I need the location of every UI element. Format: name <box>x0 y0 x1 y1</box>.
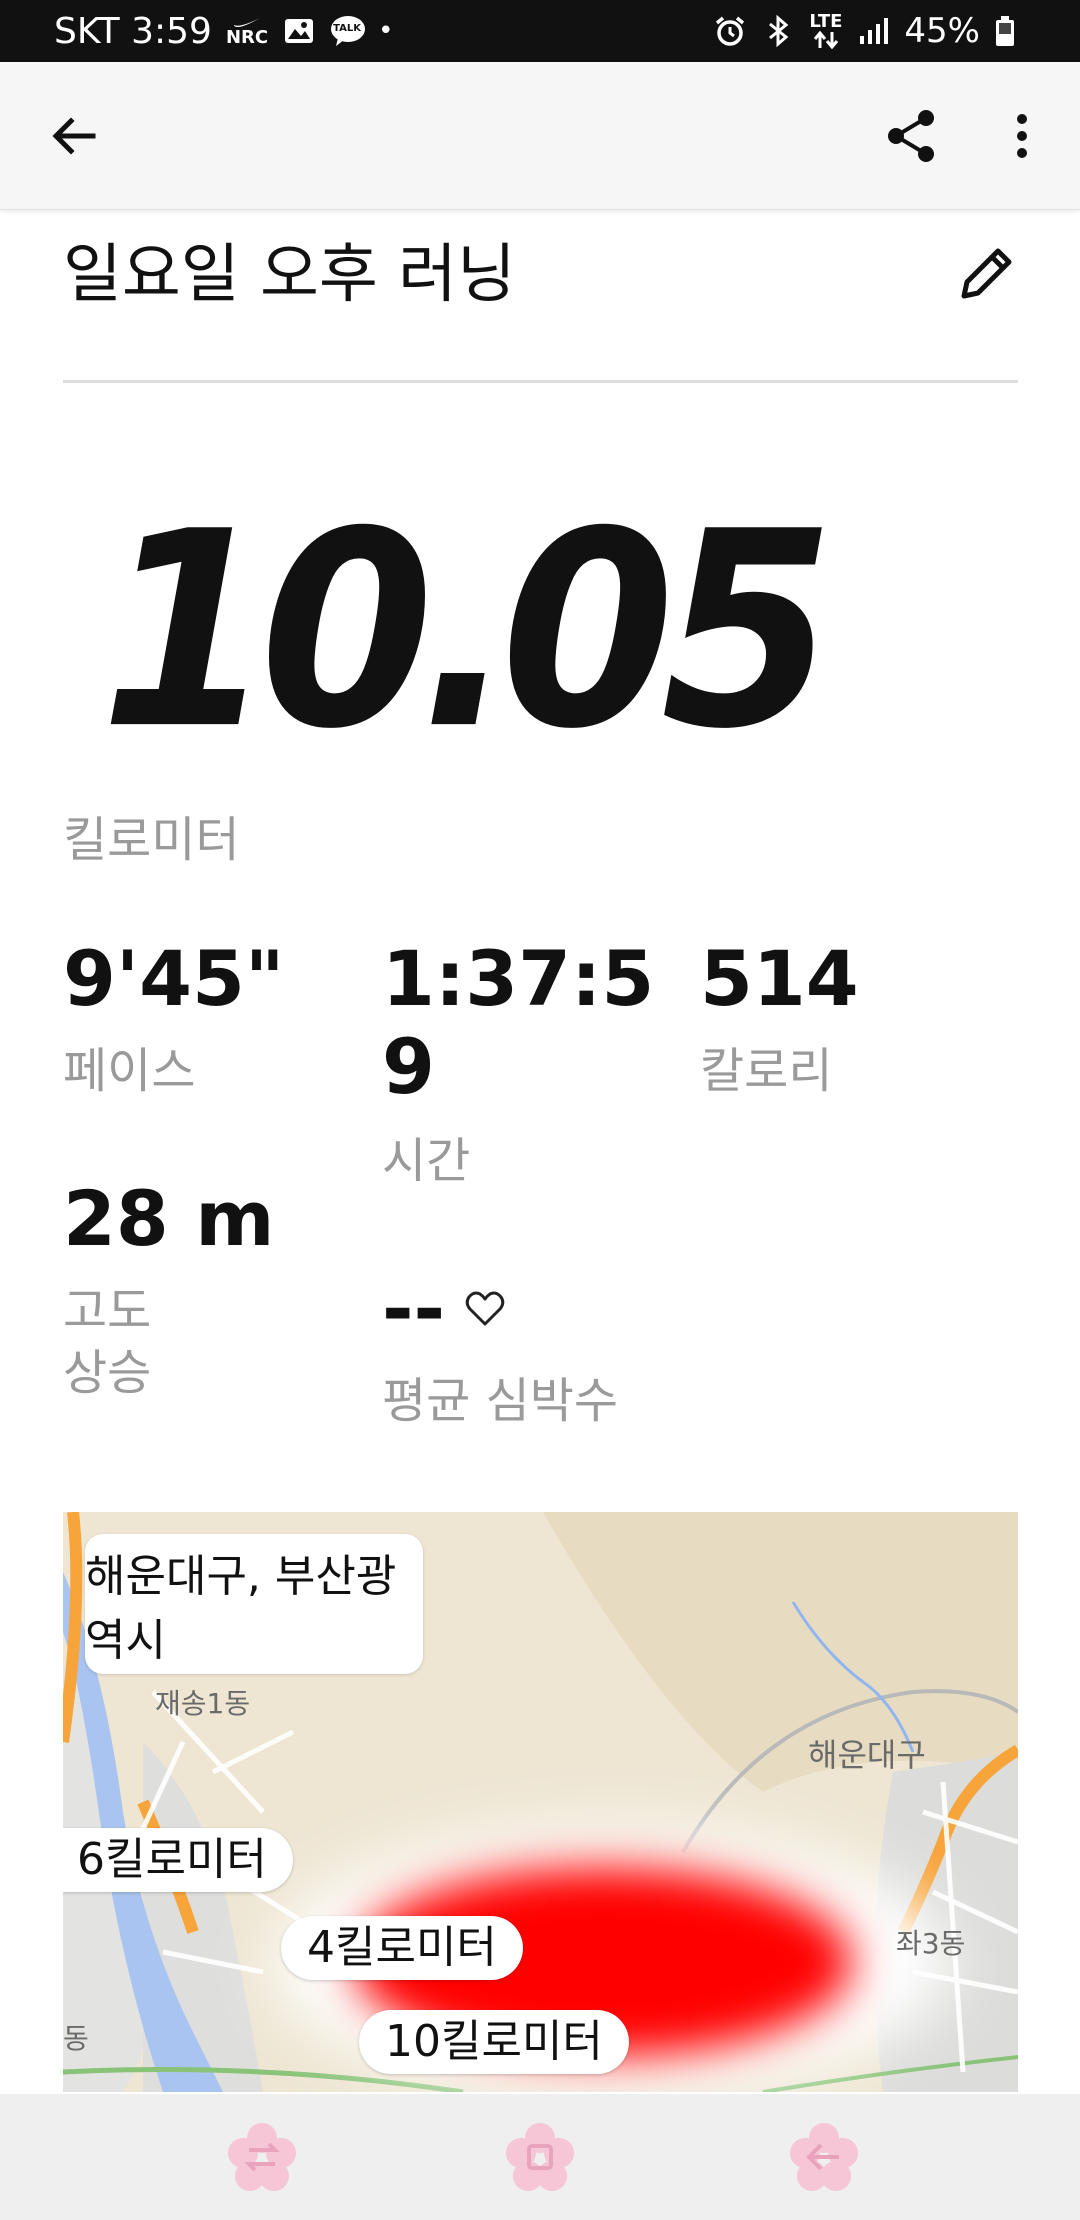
signal-icon <box>856 14 890 48</box>
heart-rate-label: 평균 심박수 <box>382 1373 619 1429</box>
map-place-dong: 동 <box>63 2022 89 2055</box>
system-back-button[interactable] <box>787 2120 861 2194</box>
title-divider <box>63 380 1018 383</box>
recent-apps-button[interactable] <box>225 2120 299 2194</box>
map-place-haeundae: 해운대구 <box>808 1736 926 1774</box>
back-arrow-icon <box>52 117 96 155</box>
alarm-icon <box>713 14 747 48</box>
time-value-line2: 9 <box>382 1022 435 1111</box>
status-left: SKT 3:59 NRC TALK • <box>54 8 393 54</box>
home-button[interactable] <box>503 2120 577 2194</box>
nrc-badge: NRC <box>225 27 269 48</box>
status-bar: SKT 3:59 NRC TALK • LTE 45% <box>0 0 1080 62</box>
carrier-time: SKT 3:59 <box>54 10 212 52</box>
gallery-icon <box>282 14 316 48</box>
elevation-label-line2: 상승 <box>63 1345 152 1401</box>
time-label: 시간 <box>382 1133 471 1189</box>
location-name: 해운대구, 부산광역시 <box>85 1551 397 1666</box>
heart-icon <box>465 1291 505 1326</box>
calories-label: 칼로리 <box>700 1043 833 1099</box>
app-bar <box>0 62 1080 210</box>
share-icon <box>888 110 934 162</box>
elevation-value: 28 m <box>63 1174 275 1263</box>
network-type: LTE <box>809 11 843 32</box>
pace-label: 페이스 <box>63 1043 196 1099</box>
km-marker-10: 10킬로미터 <box>359 2010 629 2074</box>
status-dot: • <box>378 16 394 46</box>
map-place-jwa3dong: 좌3동 <box>896 1927 966 1960</box>
activity-title: 일요일 오후 러닝 <box>63 238 516 312</box>
battery-icon <box>994 14 1028 48</box>
status-right: LTE 45% <box>713 8 1028 54</box>
time-value-line1: 1:37:5 <box>382 934 655 1023</box>
edit-title-button[interactable] <box>954 242 1018 306</box>
distance-unit: 킬로미터 <box>63 812 240 868</box>
heart-rate-value: -- <box>382 1264 446 1353</box>
back-button[interactable] <box>40 102 108 170</box>
recent-apps-icon <box>228 2123 296 2191</box>
elevation-label-line1: 고도 <box>63 1283 152 1339</box>
nike-icon: NRC <box>226 15 268 47</box>
navigation-bar <box>0 2094 1080 2220</box>
heart-rate-row: -- <box>382 1265 505 1353</box>
home-icon <box>506 2123 574 2191</box>
back-icon <box>790 2123 858 2191</box>
bluetooth-icon <box>761 14 795 48</box>
more-options-button[interactable] <box>988 102 1056 170</box>
pencil-icon <box>961 248 1012 299</box>
talk-badge: TALK <box>333 23 361 34</box>
km-marker-4: 4킬로미터 <box>281 1916 523 1980</box>
distance-value: 10.05 <box>100 473 835 788</box>
calories-value: 514 <box>700 934 859 1023</box>
title-row: 일요일 오후 러닝 <box>63 230 1018 330</box>
map-place-jaesong: 재송1동 <box>155 1687 251 1720</box>
km-marker-6: 6킬로미터 <box>63 1828 293 1892</box>
share-button[interactable] <box>878 102 946 170</box>
data-arrows-icon: LTE <box>809 13 842 49</box>
more-vert-icon <box>1017 114 1027 158</box>
route-map[interactable]: 해운대구, 부산광역시 재송1동 해운대구 좌3동 동 6킬로미터 4킬로미터 … <box>63 1512 1018 2092</box>
location-card: 해운대구, 부산광역시 <box>85 1534 423 1674</box>
battery-percent: 45% <box>904 11 980 51</box>
pace-value: 9'45" <box>63 934 285 1023</box>
kakaotalk-icon: TALK <box>330 14 366 48</box>
